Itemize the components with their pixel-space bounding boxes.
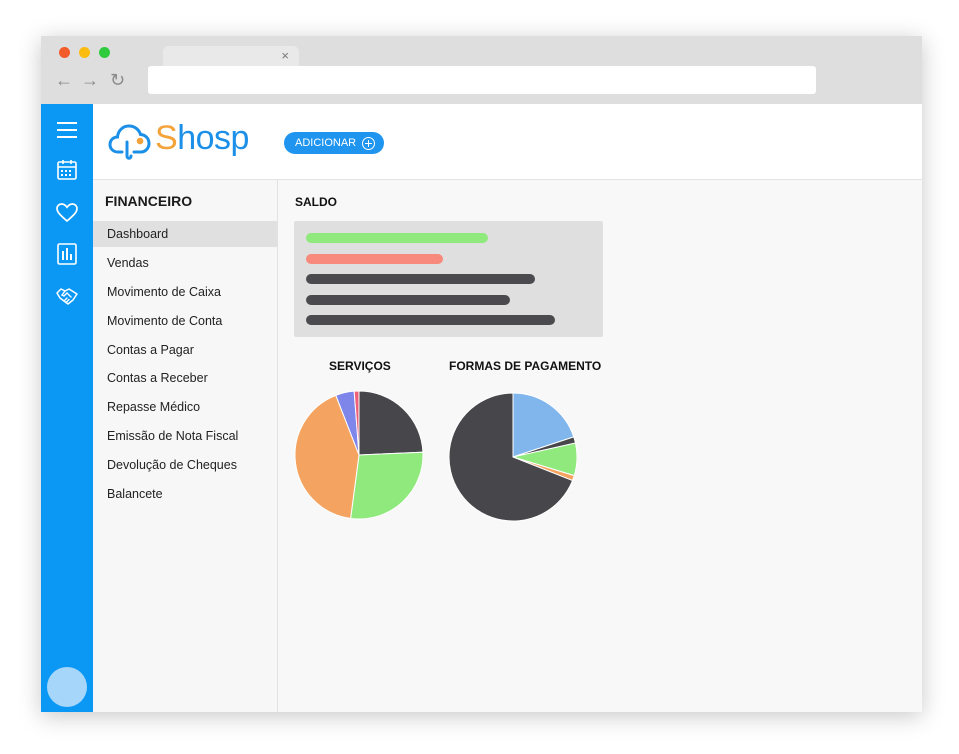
menu-icon[interactable] <box>55 118 79 142</box>
back-arrow-icon[interactable]: ← <box>55 69 73 91</box>
saldo-title: SALDO <box>295 195 337 209</box>
sidebar: FINANCEIRO Dashboard Vendas Movimento de… <box>93 180 278 712</box>
forward-arrow-icon[interactable]: → <box>81 69 99 91</box>
icon-rail <box>41 104 93 712</box>
dashboard-content: SALDO SERVIÇOS FORMAS DE PAGAMENTO <box>278 180 922 712</box>
servicos-chart-title: SERVIÇOS <box>329 359 391 373</box>
cloud-logo-icon <box>108 124 151 160</box>
add-button-label: ADICIONAR <box>295 137 357 149</box>
browser-chrome: × ← → ↻ <box>41 36 922 104</box>
chart-icon[interactable] <box>55 242 79 266</box>
sidebar-item-contas-receber[interactable]: Contas a Receber <box>93 365 277 391</box>
maximize-window-button[interactable] <box>99 47 110 58</box>
tab-close-icon[interactable]: × <box>281 47 289 65</box>
saldo-bar <box>306 294 510 305</box>
reload-icon[interactable]: ↻ <box>110 69 125 91</box>
sidebar-item-movimento-conta[interactable]: Movimento de Conta <box>93 308 277 334</box>
sidebar-title: FINANCEIRO <box>105 193 193 209</box>
formas-pagamento-chart-title: FORMAS DE PAGAMENTO <box>449 359 602 373</box>
pie-slice[interactable] <box>358 390 424 456</box>
add-button[interactable]: ADICIONAR <box>284 132 385 154</box>
minimize-window-button[interactable] <box>79 47 90 58</box>
sidebar-item-movimento-caixa[interactable]: Movimento de Caixa <box>93 279 277 305</box>
sidebar-item-nota-fiscal[interactable]: Emissão de Nota Fiscal <box>93 423 277 449</box>
browser-tab[interactable]: × <box>163 46 299 66</box>
formas-pagamento-pie-chart <box>448 392 578 522</box>
sidebar-item-repasse-medico[interactable]: Repasse Médico <box>93 394 277 420</box>
browser-window: × ← → ↻ Shosp ADICIONAR FINANCEIRO Dashb… <box>41 36 922 712</box>
servicos-pie-chart <box>294 390 424 520</box>
saldo-bar <box>306 315 555 325</box>
calendar-icon[interactable] <box>55 158 79 182</box>
plus-circle-icon <box>362 136 376 150</box>
saldo-bar <box>306 274 535 284</box>
brand-logo-text: Shosp <box>155 116 249 160</box>
saldo-panel <box>294 221 603 337</box>
sidebar-item-contas-pagar[interactable]: Contas a Pagar <box>93 337 277 363</box>
app-header: Shosp ADICIONAR <box>93 104 922 180</box>
sidebar-item-devolucao-cheques[interactable]: Devolução de Cheques <box>93 452 277 478</box>
logo-letter-s: S <box>155 119 178 157</box>
heart-icon[interactable] <box>55 201 79 225</box>
sidebar-item-dashboard[interactable]: Dashboard <box>93 221 277 247</box>
close-window-button[interactable] <box>59 47 70 58</box>
sidebar-menu: Dashboard Vendas Movimento de Caixa Movi… <box>93 221 277 510</box>
user-avatar[interactable] <box>47 667 87 707</box>
pie-slice[interactable] <box>350 451 424 520</box>
address-bar[interactable] <box>148 66 816 94</box>
sidebar-item-vendas[interactable]: Vendas <box>93 250 277 276</box>
logo-letters-rest: hosp <box>177 119 249 157</box>
saldo-bar <box>306 233 488 243</box>
handshake-icon[interactable] <box>55 284 79 308</box>
sidebar-item-balancete[interactable]: Balancete <box>93 481 277 507</box>
saldo-bar <box>306 253 443 264</box>
